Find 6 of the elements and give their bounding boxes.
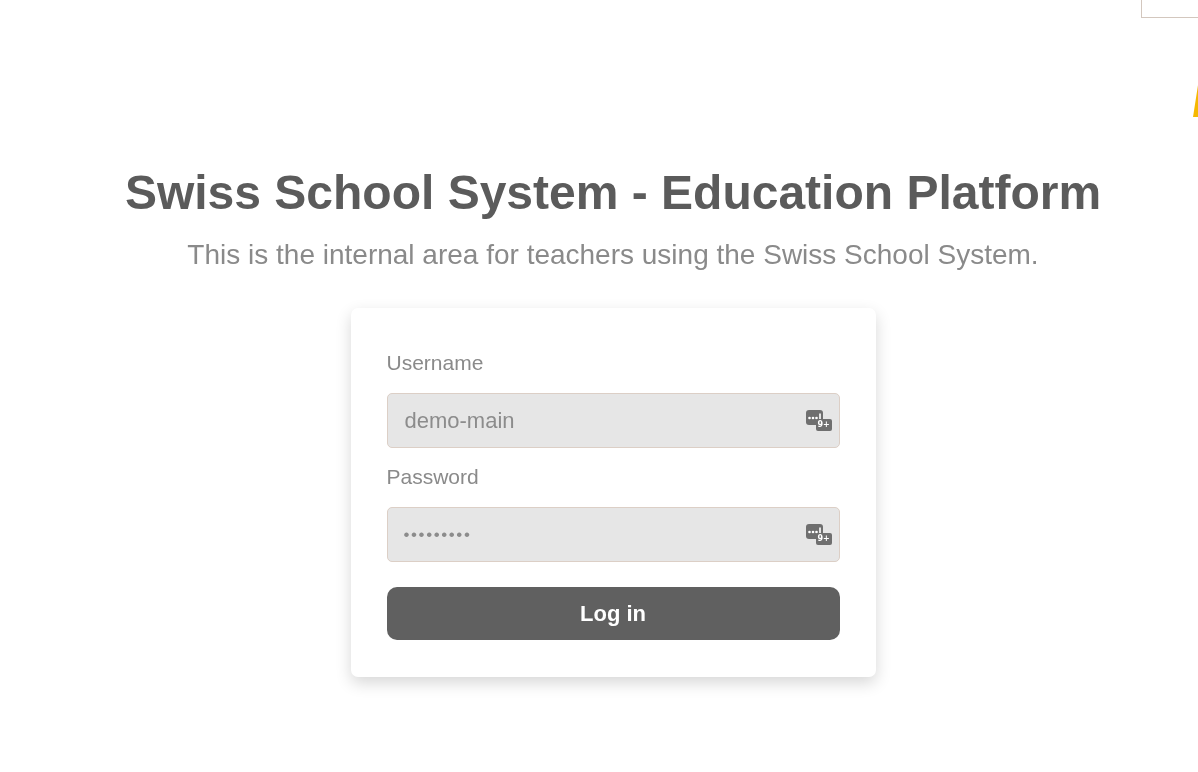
field-label: Username xyxy=(386,350,484,376)
login-button[interactable]: Log in xyxy=(386,587,840,640)
accent-shape xyxy=(1193,85,1198,117)
page-title: Swiss School System - Education Platform xyxy=(124,165,1102,221)
page-subtitle: This is the internal area for teachers using the Swiss School System. xyxy=(187,239,1039,271)
field-label: Password xyxy=(386,464,479,490)
